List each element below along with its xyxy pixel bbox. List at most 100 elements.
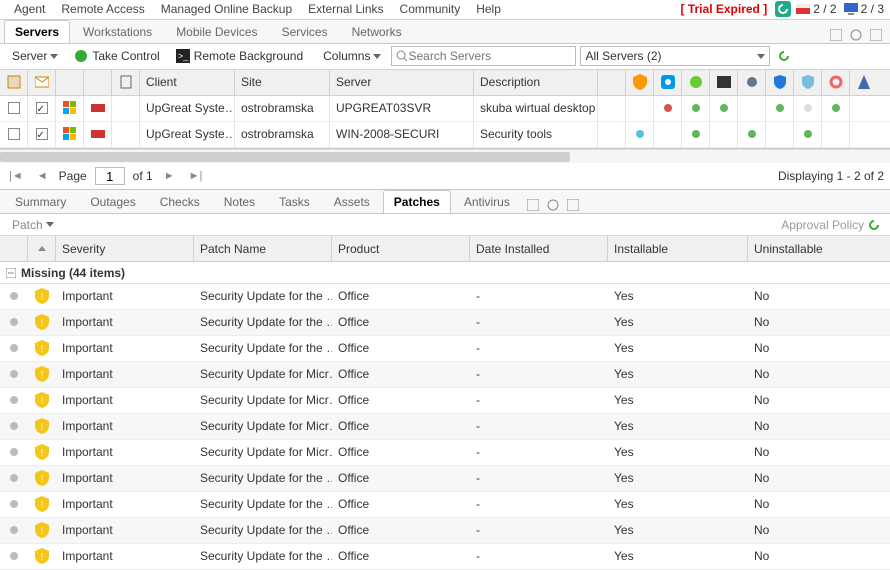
search-servers-box[interactable]	[391, 46, 576, 66]
col-check-icon[interactable]	[56, 70, 84, 95]
col-mail-icon[interactable]	[28, 70, 56, 95]
tab-workstations[interactable]: Workstations	[72, 20, 163, 43]
tab-services[interactable]: Services	[271, 20, 339, 43]
patch-row[interactable]: !ImportantSecurity Update for the …Offic…	[0, 518, 890, 544]
row-checkbox-2[interactable]	[36, 128, 48, 140]
refresh-grid-icon[interactable]	[776, 48, 792, 64]
tab-mobile-devices[interactable]: Mobile Devices	[165, 20, 268, 43]
patch-row[interactable]: !ImportantSecurity Update for the …Offic…	[0, 466, 890, 492]
approval-policy-link[interactable]: Approval Policy	[781, 218, 864, 232]
pager-next[interactable]: ►	[161, 170, 178, 182]
pager-page-input[interactable]	[95, 167, 125, 185]
tab-tasks[interactable]: Tasks	[268, 190, 321, 213]
patch-row[interactable]: !ImportantSecurity Update for Micr…Offic…	[0, 440, 890, 466]
col-installable[interactable]: Installable	[608, 236, 748, 261]
pager-prev[interactable]: ◄	[34, 170, 51, 182]
patch-row[interactable]: !ImportantSecurity Update for Micr…Offic…	[0, 388, 890, 414]
main-tabs: Servers Workstations Mobile Devices Serv…	[0, 20, 890, 44]
col-server[interactable]: Server	[330, 70, 474, 95]
menu-help[interactable]: Help	[468, 2, 509, 16]
expand-icon[interactable]	[868, 27, 884, 43]
patch-row[interactable]: !ImportantSecurity Update for the …Offic…	[0, 284, 890, 310]
col-client[interactable]: Client	[140, 70, 235, 95]
search-servers-input[interactable]	[408, 49, 571, 63]
col-select-icon[interactable]	[84, 70, 112, 95]
col-av-shield-icon[interactable]	[626, 70, 654, 95]
cell-product: Office	[332, 466, 470, 491]
pager-first[interactable]: |◄	[6, 170, 26, 182]
menu-agent[interactable]: Agent	[6, 2, 53, 16]
menu-community[interactable]: Community	[392, 2, 469, 16]
server-alert-icon[interactable]	[795, 1, 811, 17]
cell-patch-name: Security Update for the …	[194, 544, 332, 569]
col-backup-icon[interactable]	[682, 70, 710, 95]
tab-summary[interactable]: Summary	[4, 190, 77, 213]
col-product[interactable]: Product	[332, 236, 470, 261]
col-sort-icon[interactable]	[28, 236, 56, 261]
cell-patch-name: Security Update for the …	[194, 466, 332, 491]
server-row[interactable]: UpGreat Syste… ostrobramska WIN-2008-SEC…	[0, 122, 890, 148]
col-site[interactable]: Site	[235, 70, 330, 95]
col-building-icon[interactable]	[850, 70, 878, 95]
history-icon[interactable]	[545, 197, 561, 213]
patch-group-missing[interactable]: Missing (44 items)	[0, 262, 890, 284]
col-feature-1[interactable]	[598, 70, 626, 95]
col-uninstallable[interactable]: Uninstallable	[748, 236, 868, 261]
patch-row[interactable]: !ImportantSecurity Update for Micr…Offic…	[0, 362, 890, 388]
row-checkbox[interactable]	[8, 128, 20, 140]
tab-notes[interactable]: Notes	[213, 190, 266, 213]
col-report-icon[interactable]	[0, 70, 28, 95]
col-teamviewer-icon[interactable]	[654, 70, 682, 95]
col-description[interactable]: Description	[474, 70, 598, 95]
patch-row[interactable]: !ImportantSecurity Update for the …Offic…	[0, 492, 890, 518]
patch-row[interactable]: !ImportantSecurity Update for the …Offic…	[0, 544, 890, 570]
trial-expired-label[interactable]: [ Trial Expired ]	[681, 2, 768, 16]
row-checkbox[interactable]	[8, 102, 20, 114]
svg-text:!: !	[41, 318, 44, 329]
horizontal-scrollbar[interactable]	[0, 149, 890, 163]
refresh-patches-icon[interactable]	[866, 217, 882, 233]
tab-networks[interactable]: Networks	[341, 20, 413, 43]
tab-antivirus[interactable]: Antivirus	[453, 190, 521, 213]
take-control-button[interactable]: Take Control	[68, 47, 165, 65]
collapse-icon[interactable]	[828, 27, 844, 43]
severity-shield-icon: !	[28, 362, 56, 387]
tab-outages[interactable]: Outages	[79, 190, 146, 213]
patch-row[interactable]: !ImportantSecurity Update for Micr…Offic…	[0, 414, 890, 440]
expand-icon[interactable]	[565, 197, 581, 213]
row-checkbox-2[interactable]	[36, 102, 48, 114]
menu-managed-backup[interactable]: Managed Online Backup	[153, 2, 300, 16]
patch-row[interactable]: !ImportantSecurity Update for the …Offic…	[0, 310, 890, 336]
col-patch-name[interactable]: Patch Name	[194, 236, 332, 261]
refresh-icon[interactable]	[775, 1, 791, 17]
collapse-icon[interactable]	[525, 197, 541, 213]
patch-row[interactable]: !ImportantSecurity Update for the …Offic…	[0, 336, 890, 362]
menu-remote-access[interactable]: Remote Access	[53, 2, 152, 16]
cell-date: -	[470, 414, 608, 439]
cell-product: Office	[332, 388, 470, 413]
col-shield2-icon[interactable]	[766, 70, 794, 95]
col-severity[interactable]: Severity	[56, 236, 194, 261]
menu-external-links[interactable]: External Links	[300, 2, 391, 16]
tab-assets[interactable]: Assets	[323, 190, 381, 213]
remote-background-button[interactable]: >_ Remote Background	[170, 47, 309, 65]
patch-dropdown[interactable]: Patch	[6, 216, 60, 234]
history-icon[interactable]	[848, 27, 864, 43]
tab-patches[interactable]: Patches	[383, 190, 451, 213]
severity-shield-icon: !	[28, 414, 56, 439]
columns-dropdown[interactable]: Columns	[317, 47, 387, 65]
pager-last[interactable]: ►|	[186, 170, 206, 182]
workstation-alert-icon[interactable]	[843, 1, 859, 17]
server-row[interactable]: UpGreat Syste… ostrobramska UPGREAT03SVR…	[0, 96, 890, 122]
col-console-icon[interactable]	[710, 70, 738, 95]
col-os-icon[interactable]	[112, 70, 140, 95]
col-ring-icon[interactable]	[822, 70, 850, 95]
tab-servers[interactable]: Servers	[4, 20, 70, 43]
all-servers-select[interactable]: All Servers (2)	[580, 46, 770, 66]
tab-checks[interactable]: Checks	[149, 190, 211, 213]
col-gear-icon[interactable]	[738, 70, 766, 95]
collapse-group-icon[interactable]	[6, 268, 16, 278]
col-shield3-icon[interactable]	[794, 70, 822, 95]
server-dropdown[interactable]: Server	[6, 47, 64, 65]
col-date-installed[interactable]: Date Installed	[470, 236, 608, 261]
